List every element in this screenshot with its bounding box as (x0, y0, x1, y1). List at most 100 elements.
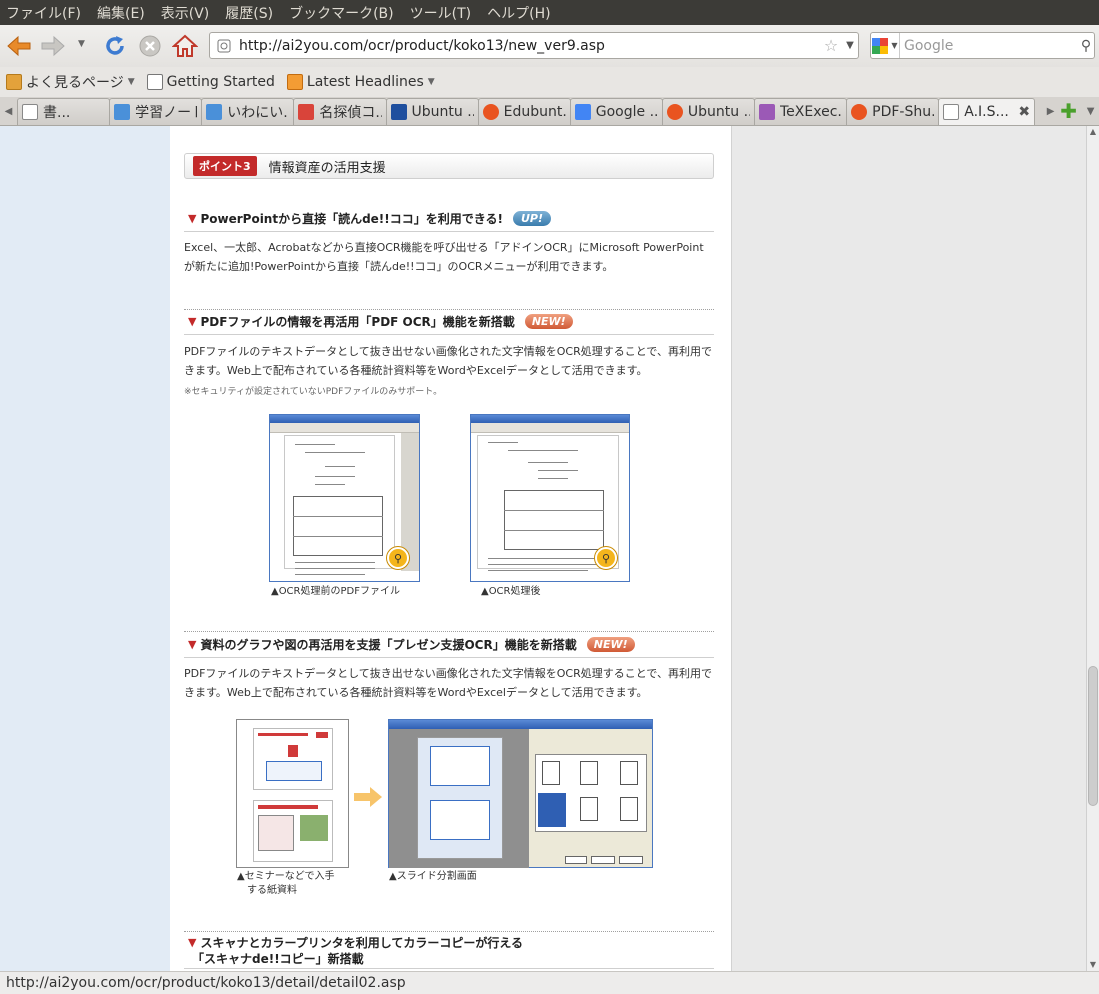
google-icon (574, 104, 591, 120)
point-badge: ポイント3 (193, 156, 257, 176)
home-icon (172, 34, 198, 57)
right-arrow-icon (354, 787, 382, 811)
search-input[interactable] (904, 37, 1078, 54)
divider (184, 631, 714, 632)
forward-arrow-icon (41, 35, 65, 57)
page-icon (146, 74, 163, 90)
home-button[interactable] (170, 31, 200, 61)
tab-6[interactable]: Google ... (569, 98, 663, 125)
tab-scroll-left-icon[interactable]: ◀ (0, 97, 17, 125)
caption-slide-split: ▲スライド分割画面 (389, 871, 477, 882)
menu-help[interactable]: ヘルプ(H) (487, 3, 550, 23)
divider (184, 657, 714, 658)
ubuntu-icon (851, 104, 868, 120)
triangle-down-icon: ▼ (188, 936, 197, 949)
right-margin (731, 126, 1086, 971)
new-tab-button[interactable]: ✚ (1059, 97, 1078, 125)
tab-3[interactable]: 名探偵コ... (293, 98, 387, 125)
bookmark-star-icon[interactable]: ☆ (820, 36, 842, 55)
engine-dropdown-icon: ▼ (891, 41, 898, 50)
section-4-title-line-1: ▼ スキャナとカラープリンタを利用してカラーコピーが行える (188, 936, 524, 950)
back-arrow-icon (7, 35, 31, 57)
menu-bookmarks[interactable]: ブックマーク(B) (289, 3, 394, 23)
tab-favicon (943, 104, 960, 120)
divider (184, 968, 714, 969)
tab-bar: ◀ 書... 学習ノート いわにい... 名探偵コ... Ubuntu ... … (0, 97, 1099, 126)
triangle-down-icon: ▼ (188, 212, 197, 225)
url-dropdown-icon[interactable]: ▼ (842, 40, 858, 51)
paper-documents-image (236, 719, 349, 868)
pdf-before-screenshot[interactable]: ⚲ (269, 414, 420, 582)
tab-scroll-right-icon[interactable]: ▶ (1042, 97, 1059, 125)
tab-4[interactable]: Ubuntu ... (385, 98, 479, 125)
tab-9[interactable]: PDF-Shu... (846, 98, 940, 125)
tab-7[interactable]: Ubuntu ... (661, 98, 755, 125)
bookmark-latest-headlines[interactable]: Latest Headlines ▼ (286, 74, 435, 90)
site-identity-icon[interactable] (213, 35, 235, 57)
list-all-tabs-icon[interactable]: ▼ (1082, 97, 1099, 125)
tab-10-active[interactable]: A.I.S... ✖ (938, 98, 1036, 125)
stop-icon (139, 35, 161, 57)
caption-pdf-after: ▲OCR処理後 (481, 586, 541, 597)
tab-favicon (759, 104, 775, 120)
bookmark-most-visited[interactable]: よく見るページ ▼ (6, 72, 135, 92)
bookmark-folder-icon (6, 74, 22, 90)
status-bar: http://ai2you.com/ocr/product/koko13/det… (0, 971, 1099, 994)
tab-favicon (114, 104, 131, 120)
divider (184, 231, 714, 232)
menu-tools[interactable]: ツール(T) (410, 3, 471, 23)
new-badge: NEW! (524, 314, 573, 329)
ubuntu-icon (666, 104, 683, 120)
zoom-icon[interactable]: ⚲ (387, 547, 409, 569)
url-input[interactable] (239, 37, 820, 54)
section-1-title: ▼ PowerPointから直接「読んde!!ココ」を利用できる! UP! (188, 210, 552, 227)
forward-button[interactable] (38, 31, 68, 61)
tab-2[interactable]: いわにい... (201, 98, 295, 125)
menu-file[interactable]: ファイル(F) (6, 3, 81, 23)
section-3-title: ▼ 資料のグラフや図の再活用を支援「プレゼン支援OCR」機能を新搭載 NEW! (188, 636, 635, 653)
reload-button[interactable] (100, 31, 130, 61)
back-button[interactable] (4, 31, 34, 61)
tab-favicon (298, 104, 315, 120)
point-header: ポイント3 情報資産の活用支援 (184, 153, 714, 179)
zoom-icon[interactable]: ⚲ (595, 547, 617, 569)
scrollbar-thumb[interactable] (1088, 666, 1098, 806)
menu-history[interactable]: 履歴(S) (225, 3, 273, 23)
point-title: 情報資産の活用支援 (268, 160, 386, 176)
bookmark-getting-started[interactable]: Getting Started (146, 74, 275, 90)
search-magnifier-icon[interactable]: ⚲ (1078, 38, 1094, 54)
vertical-scrollbar[interactable]: ▲ ▼ (1086, 126, 1099, 971)
tab-8[interactable]: TeXExec... (754, 98, 848, 125)
scroll-up-icon[interactable]: ▲ (1087, 126, 1099, 138)
section-4-title-line-2: 「スキャナde!!コピー」新搭載 (192, 952, 364, 966)
stop-button[interactable] (135, 31, 165, 61)
page-body: ポイント3 情報資産の活用支援 ▼ PowerPointから直接「読んde!!コ… (170, 126, 731, 971)
menu-bar: ファイル(F) 編集(E) 表示(V) 履歴(S) ブックマーク(B) ツール(… (0, 0, 1099, 25)
ubuntu-icon (482, 104, 499, 120)
reload-icon (106, 36, 124, 55)
up-badge: UP! (513, 211, 552, 226)
chevron-down-icon: ▼ (127, 77, 135, 87)
caption-paper-2: する紙資料 (237, 885, 297, 896)
slide-layout-dialog-image (388, 719, 653, 868)
pdf-after-screenshot[interactable]: ⚲ (470, 414, 630, 582)
tab-0[interactable]: 書... (17, 98, 111, 125)
search-bar[interactable]: ▼ ⚲ (870, 32, 1095, 59)
navigation-toolbar: ▼ ☆ ▼ ▼ ⚲ (0, 25, 1099, 67)
tab-1[interactable]: 学習ノート (109, 98, 203, 125)
section-2-note: ※セキュリティが設定されていないPDFファイルのみサポート。 (184, 387, 443, 397)
menu-edit[interactable]: 編集(E) (97, 3, 145, 23)
search-engine-selector[interactable]: ▼ (871, 33, 900, 58)
caption-pdf-before: ▲OCR処理前のPDFファイル (271, 586, 400, 597)
close-tab-icon[interactable]: ✖ (1018, 104, 1030, 120)
bookmarks-toolbar: よく見るページ ▼ Getting Started Latest Headlin… (0, 67, 1099, 97)
tab-5[interactable]: Edubunt... (477, 98, 571, 125)
section-2-text: PDFファイルのテキストデータとして抜き出せない画像化された文字情報をOCR処理… (184, 345, 712, 377)
scroll-down-icon[interactable]: ▼ (1087, 959, 1099, 971)
new-badge: NEW! (586, 637, 635, 652)
menu-view[interactable]: 表示(V) (161, 3, 210, 23)
url-bar[interactable]: ☆ ▼ (209, 32, 859, 59)
history-dropdown-icon[interactable]: ▼ (78, 39, 85, 49)
divider (184, 931, 714, 932)
triangle-down-icon: ▼ (188, 638, 197, 651)
